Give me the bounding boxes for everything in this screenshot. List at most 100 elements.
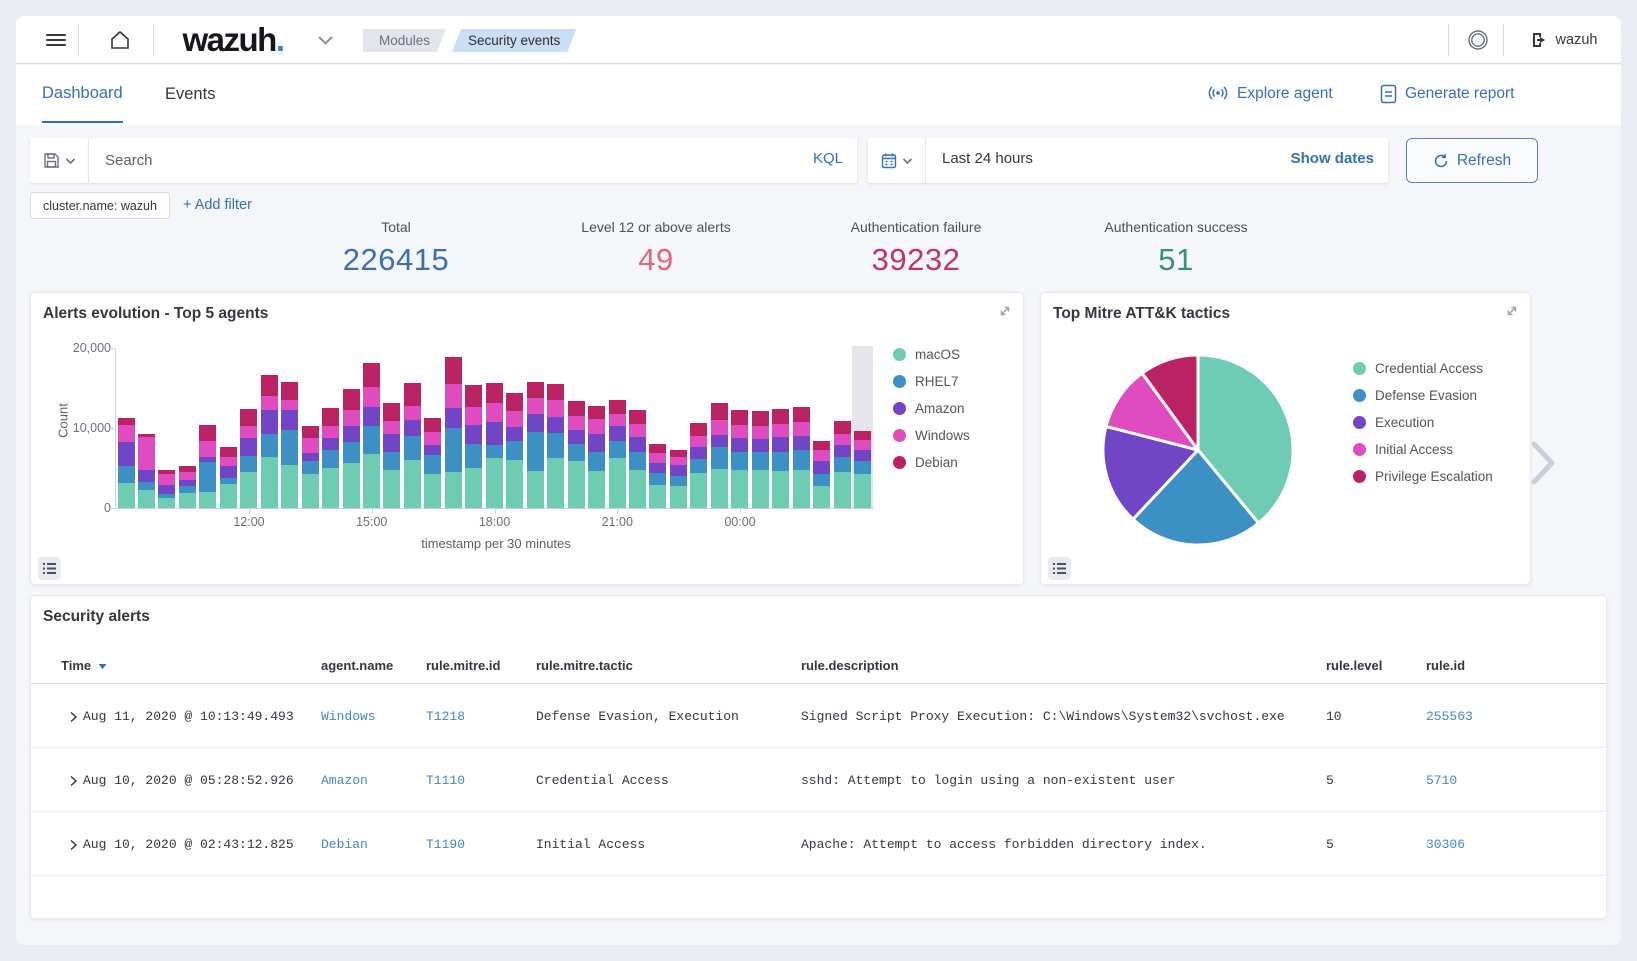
search-input[interactable] <box>89 138 857 183</box>
bar-21:00[interactable] <box>607 348 627 508</box>
bar-16:00[interactable] <box>402 348 422 508</box>
bar-22:30[interactable] <box>668 348 688 508</box>
next-panel-chevron-icon[interactable] <box>1526 438 1560 488</box>
bar-18:30[interactable] <box>505 348 525 508</box>
bar-00:00[interactable] <box>730 348 750 508</box>
bar-19:30[interactable] <box>546 348 566 508</box>
wazuh-logo[interactable]: wazuh. <box>168 16 298 64</box>
bar-09:30[interactable] <box>136 348 156 508</box>
bar-13:30[interactable] <box>300 348 320 508</box>
table-row: Aug 10, 2020 @ 02:43:12.825DebianT1190In… <box>31 812 1606 876</box>
bar-09:00[interactable] <box>116 348 136 508</box>
bar-segment-Windows <box>261 396 278 410</box>
breadcrumb-modules[interactable]: Modules <box>363 29 446 52</box>
bar-02:30[interactable] <box>832 348 852 508</box>
bar-00:30[interactable] <box>750 348 770 508</box>
bar-23:30[interactable] <box>709 348 729 508</box>
legend-item-RHEL7[interactable]: RHEL7 <box>893 368 970 395</box>
legend-item-credential-access[interactable]: Credential Access <box>1353 355 1493 382</box>
bar-15:30[interactable] <box>382 348 402 508</box>
rule-mitre-id-link[interactable]: T1218 <box>426 709 465 724</box>
rule-id-link[interactable]: 5710 <box>1426 773 1457 788</box>
bar-segment-macOS <box>649 485 666 508</box>
bar-11:30[interactable] <box>218 348 238 508</box>
expand-row-icon[interactable] <box>69 839 78 855</box>
bar-17:00[interactable] <box>443 348 463 508</box>
agent-name-link[interactable]: Debian <box>321 837 368 852</box>
refresh-button[interactable]: Refresh <box>1406 138 1538 183</box>
legend-item-initial-access[interactable]: Initial Access <box>1353 436 1493 463</box>
rule-id-link[interactable]: 30306 <box>1426 837 1465 852</box>
bar-14:00[interactable] <box>321 348 341 508</box>
expand-row-icon[interactable] <box>69 711 78 727</box>
bar-23:00[interactable] <box>689 348 709 508</box>
breadcrumb-security-events[interactable]: Security events <box>452 29 576 52</box>
bar-18:00[interactable] <box>484 348 504 508</box>
inspect-data-button[interactable] <box>38 557 61 580</box>
column-header-time[interactable]: Time <box>61 658 107 673</box>
bar-17:30[interactable] <box>464 348 484 508</box>
legend-item-Windows[interactable]: Windows <box>893 422 970 449</box>
bar-01:00[interactable] <box>771 348 791 508</box>
menu-icon[interactable] <box>34 16 78 64</box>
bar-segment-macOS <box>302 474 319 508</box>
kql-selector[interactable]: KQL <box>813 150 843 167</box>
bar-10:00[interactable] <box>157 348 177 508</box>
rule-mitre-id-link[interactable]: T1110 <box>426 773 465 788</box>
stat-label: Authentication success <box>1046 219 1306 235</box>
bar-03:00[interactable] <box>853 348 873 508</box>
health-check-icon[interactable] <box>1456 16 1500 64</box>
bar-segment-macOS <box>711 469 728 508</box>
bar-12:00[interactable] <box>239 348 259 508</box>
time-range-value[interactable]: Last 24 hours <box>942 150 1033 167</box>
bar-segment-macOS <box>281 465 298 508</box>
bar-segment-Windows <box>383 421 400 434</box>
chevron-down-icon[interactable] <box>308 16 342 64</box>
user-menu[interactable]: wazuh <box>1516 16 1612 64</box>
bar-11:00[interactable] <box>198 348 218 508</box>
bar-01:30[interactable] <box>791 348 811 508</box>
bar-16:30[interactable] <box>423 348 443 508</box>
generate-report-button[interactable]: Generate report <box>1380 65 1514 123</box>
legend-item-Debian[interactable]: Debian <box>893 449 970 476</box>
saved-query-button[interactable] <box>30 138 88 183</box>
filter-chip-cluster-name[interactable]: cluster.name: wazuh <box>30 192 170 219</box>
x-tick-mark <box>372 509 373 514</box>
bar-segment-Amazon <box>670 465 687 476</box>
legend-item-defense-evasion[interactable]: Defense Evasion <box>1353 382 1493 409</box>
inspect-data-button[interactable] <box>1048 557 1071 580</box>
add-filter-button[interactable]: + Add filter <box>183 197 252 213</box>
legend-item-execution[interactable]: Execution <box>1353 409 1493 436</box>
bar-22:00[interactable] <box>648 348 668 508</box>
legend-item-macOS[interactable]: macOS <box>893 341 970 368</box>
calendar-button[interactable] <box>868 138 926 183</box>
explore-agent-button[interactable]: Explore agent <box>1207 65 1333 123</box>
bar-15:00[interactable] <box>362 348 382 508</box>
bar-segment-Windows <box>240 426 257 439</box>
rule-mitre-id-link[interactable]: T1190 <box>426 837 465 852</box>
legend-item-privilege-escalation[interactable]: Privilege Escalation <box>1353 463 1493 490</box>
bar-20:00[interactable] <box>566 348 586 508</box>
bar-02:00[interactable] <box>812 348 832 508</box>
tab-events[interactable]: Events <box>165 65 215 123</box>
legend-item-Amazon[interactable]: Amazon <box>893 395 970 422</box>
expand-icon[interactable] <box>1504 303 1520 319</box>
bar-14:30[interactable] <box>341 348 361 508</box>
expand-icon[interactable] <box>997 303 1013 319</box>
bar-segment-Debian <box>343 389 360 411</box>
show-dates-button[interactable]: Show dates <box>1291 150 1374 167</box>
bar-10:30[interactable] <box>177 348 197 508</box>
bar-13:00[interactable] <box>280 348 300 508</box>
bar-19:00[interactable] <box>525 348 545 508</box>
bar-12:30[interactable] <box>259 348 279 508</box>
agent-name-link[interactable]: Windows <box>321 709 376 724</box>
bar-20:30[interactable] <box>587 348 607 508</box>
tab-dashboard[interactable]: Dashboard <box>42 65 123 123</box>
bar-segment-Amazon <box>445 408 462 428</box>
home-icon[interactable] <box>92 16 148 64</box>
bar-21:30[interactable] <box>627 348 647 508</box>
rule-id-link[interactable]: 255563 <box>1426 709 1473 724</box>
expand-row-icon[interactable] <box>69 775 78 791</box>
agent-name-link[interactable]: Amazon <box>321 773 368 788</box>
bar-segment-Amazon <box>179 480 196 486</box>
